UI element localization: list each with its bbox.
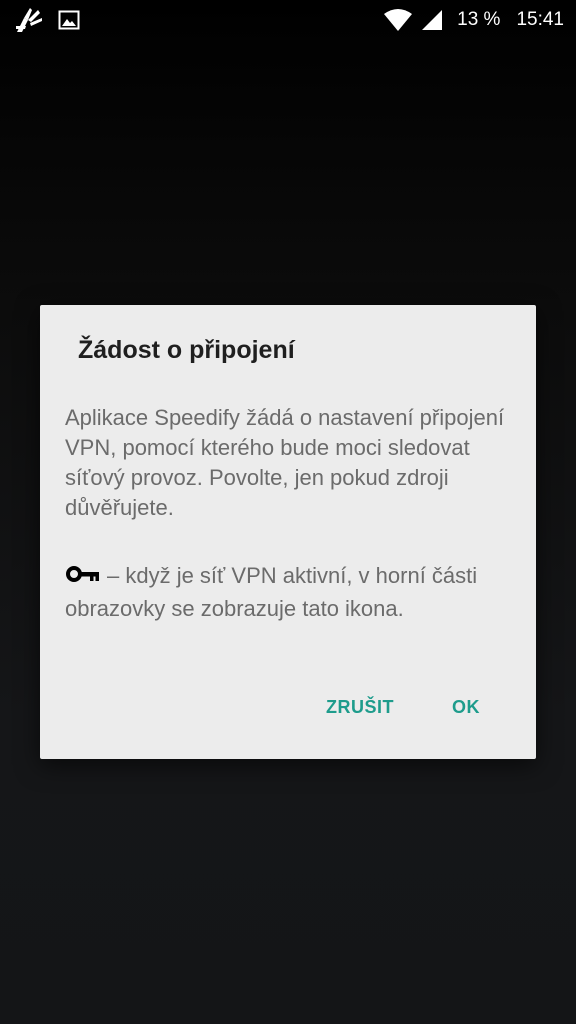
- ok-button[interactable]: OK: [452, 697, 480, 718]
- battery-percent: 13 %: [457, 9, 501, 30]
- cancel-button[interactable]: ZRUŠIT: [326, 697, 394, 718]
- dialog-actions: ZRUŠIT OK: [326, 697, 480, 718]
- image-notification-icon: [58, 10, 80, 30]
- key-icon: [65, 564, 101, 594]
- app-logo-icon: [14, 6, 44, 34]
- cellular-signal-icon: [421, 9, 443, 31]
- dialog-title: Žádost o připojení: [78, 336, 295, 364]
- dialog-vpn-note: – když je síť VPN aktivní, v horní části…: [65, 561, 525, 624]
- dialog-vpn-note-text: – když je síť VPN aktivní, v horní části…: [65, 563, 478, 621]
- wifi-icon: [383, 8, 413, 32]
- clock: 15:41: [516, 9, 564, 30]
- dialog-message: Aplikace Speedify žádá o nastavení připo…: [65, 405, 505, 520]
- vpn-connection-dialog: Žádost o připojení Aplikace Speedify žád…: [40, 305, 536, 759]
- status-bar-system: 13 % 15:41: [383, 6, 564, 34]
- status-bar: 13 % 15:41: [0, 0, 576, 40]
- status-bar-notifications: [14, 6, 80, 34]
